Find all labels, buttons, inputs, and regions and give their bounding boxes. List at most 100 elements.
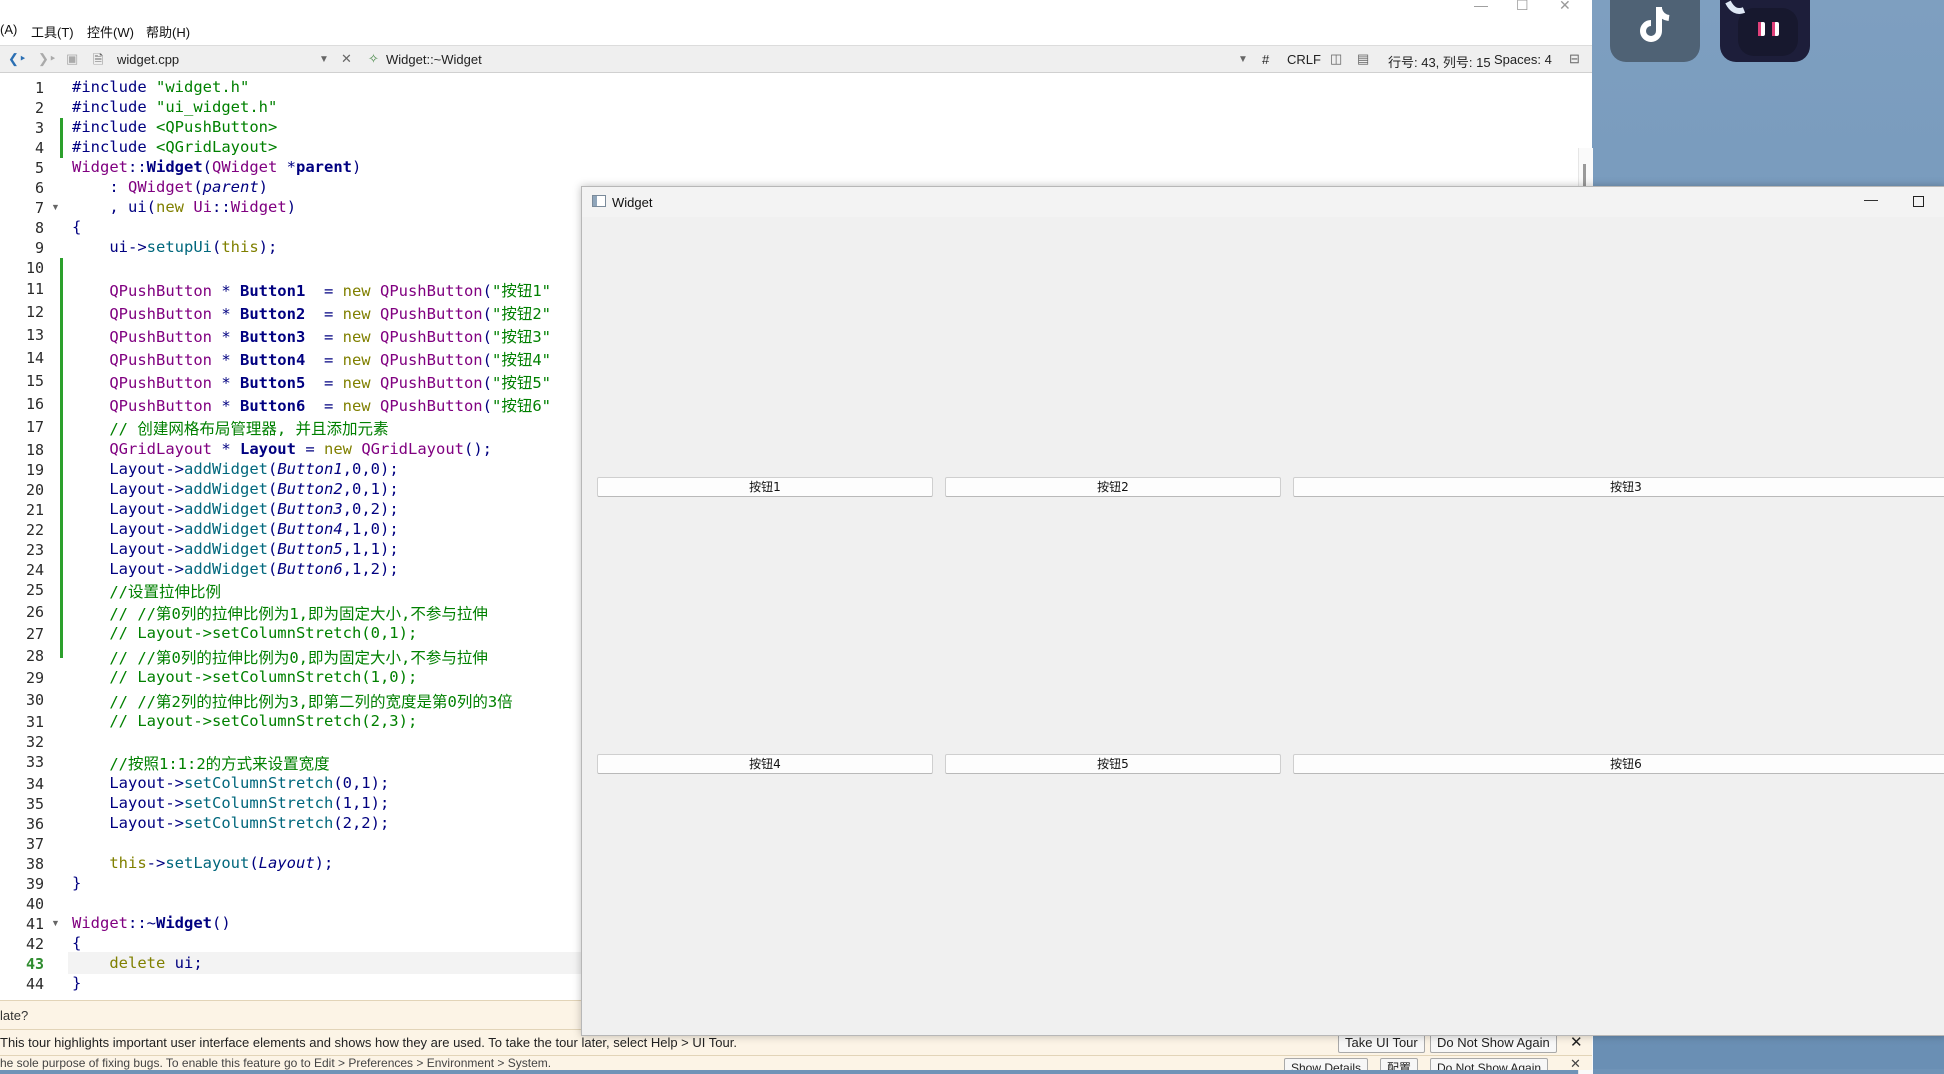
code-line: Layout->addWidget(Button3,0,2); xyxy=(109,500,399,518)
close-document-icon[interactable]: ✕ xyxy=(341,51,352,67)
file-dropdown-icon[interactable]: ▼ xyxy=(319,54,329,65)
robot-face-icon xyxy=(1725,0,1798,56)
tiktok-app-icon[interactable] xyxy=(1610,0,1700,62)
cursor-position[interactable]: 行号: 43, 列号: 15 xyxy=(1388,52,1491,71)
close-icon[interactable]: ✕ xyxy=(1559,0,1571,14)
line-number: 36 xyxy=(25,815,44,833)
code-line: // 创建网格布局管理器, 并且添加元素 xyxy=(109,420,389,438)
tour-question-text: late? xyxy=(0,1008,29,1023)
change-marker xyxy=(60,258,63,658)
line-number: 15 xyxy=(25,372,44,390)
line-number: 31 xyxy=(25,713,44,731)
code-line: // //第0列的拉伸比例为0,即为固定大小,不参与拉伸 xyxy=(109,649,488,667)
line-number: 23 xyxy=(25,541,44,559)
line-number-gutter: 1 2 3 4 5 6 7 8 9 10 11 12 13 14 15 16 17 18 19 20 21 22 23 24 2… xyxy=(0,74,68,1000)
window-app-icon xyxy=(592,195,606,207)
maximize-icon[interactable]: ☐ xyxy=(1516,0,1529,14)
code-line: #include <QGridLayout> xyxy=(72,138,278,156)
grid-button-5[interactable]: 按钮5 xyxy=(945,754,1281,774)
code-line: } xyxy=(72,974,82,992)
symbol-selector[interactable]: Widget::~Widget xyxy=(386,52,482,67)
robot-app-icon[interactable] xyxy=(1720,0,1810,62)
grid-button-1[interactable]: 按钮1 xyxy=(597,477,933,497)
code-line: // //第2列的拉伸比例为3,即第二列的宽度是第0列的3倍 xyxy=(109,693,513,711)
configure-button[interactable]: 配置 xyxy=(1380,1058,1419,1070)
code-line: { xyxy=(72,218,82,236)
code-line: QPushButton * Button5 = new QPushButton(… xyxy=(109,374,551,392)
line-number: 9 xyxy=(34,239,44,257)
menu-item-widgets[interactable]: 控件(W) xyxy=(87,22,134,41)
back-icon[interactable]: ❮‣ xyxy=(8,51,27,67)
code-line: // Layout->setColumnStretch(2,3); xyxy=(109,712,418,730)
code-line: , ui(new Ui::Widget) xyxy=(72,198,297,216)
grid-button-6[interactable]: 按钮6 xyxy=(1293,754,1944,774)
line-number: 4 xyxy=(34,139,44,157)
code-line: #include "widget.h" xyxy=(72,78,250,96)
lock-icon[interactable]: ▣ xyxy=(66,51,78,67)
line-ending-selector[interactable]: CRLF xyxy=(1287,52,1321,67)
line-number: 34 xyxy=(25,775,44,793)
grid-button-4[interactable]: 按钮4 xyxy=(597,754,933,774)
widget-window: Widget — 按钮1 按钮2 按钮3 按钮4 按钮5 按钮6 xyxy=(581,186,1944,1036)
encoding-icon[interactable]: ◫ xyxy=(1330,51,1342,67)
line-number: 30 xyxy=(25,691,44,709)
line-number: 8 xyxy=(34,219,44,237)
widget-minimize-icon[interactable]: — xyxy=(1864,191,1878,207)
code-line: QGridLayout * Layout = new QGridLayout()… xyxy=(109,440,492,458)
line-number: 20 xyxy=(25,481,44,499)
symbol-icon: ✧ xyxy=(368,51,379,66)
outline-icon[interactable]: ▤ xyxy=(1357,51,1369,67)
code-line: Layout->addWidget(Button4,1,0); xyxy=(109,520,399,538)
code-line: QPushButton * Button4 = new QPushButton(… xyxy=(109,351,551,369)
code-line: Layout->setColumnStretch(0,1); xyxy=(109,774,390,792)
symbol-dropdown-icon[interactable]: ▼ xyxy=(1238,54,1248,65)
line-number: 18 xyxy=(25,441,44,459)
menu-bar: (A) 工具(T) 控件(W) 帮助(H) xyxy=(0,18,1592,42)
line-number: 16 xyxy=(25,395,44,413)
close-bug-bar-icon[interactable]: ✕ xyxy=(1570,1056,1581,1070)
fold-marker-icon[interactable]: ▼ xyxy=(51,918,60,928)
menu-item-help[interactable]: 帮助(H) xyxy=(146,22,190,41)
code-line: ui->setupUi(this); xyxy=(109,238,278,256)
line-number: 35 xyxy=(25,795,44,813)
grid-button-3[interactable]: 按钮3 xyxy=(1293,477,1944,497)
editor-toolbar: ❮‣ ❯‣ ▣ 🗎 widget.cpp ▼ ✕ ✧ Widget::~Widg… xyxy=(0,45,1592,73)
show-details-button[interactable]: Show Details xyxy=(1284,1058,1369,1070)
code-line: } xyxy=(72,874,82,892)
file-name[interactable]: widget.cpp xyxy=(117,52,179,67)
fold-marker-icon[interactable]: ▼ xyxy=(51,202,60,212)
file-icon: 🗎 xyxy=(93,52,104,67)
code-line: QPushButton * Button1 = new QPushButton(… xyxy=(109,282,551,300)
menu-item-tools[interactable]: 工具(T) xyxy=(31,22,74,41)
line-number: 7 xyxy=(34,199,44,217)
indent-setting[interactable]: Spaces: 4 xyxy=(1494,52,1552,67)
line-number: 13 xyxy=(25,326,44,344)
tiktok-logo-icon xyxy=(1640,7,1670,42)
widget-window-title: Widget xyxy=(612,195,653,210)
line-number: 17 xyxy=(25,418,44,436)
grid-button-2[interactable]: 按钮2 xyxy=(945,477,1281,497)
widget-title-bar[interactable]: Widget — xyxy=(582,187,1944,217)
line-number: 14 xyxy=(25,349,44,367)
forward-icon[interactable]: ❯‣ xyxy=(38,51,57,67)
split-icon[interactable]: ⊟ xyxy=(1569,51,1580,67)
line-number: 27 xyxy=(25,625,44,643)
hash-button[interactable]: # xyxy=(1262,52,1269,67)
line-number: 28 xyxy=(25,647,44,665)
line-number: 44 xyxy=(25,975,44,993)
line-number: 22 xyxy=(25,521,44,539)
tour-message: This tour highlights important user inte… xyxy=(0,1035,737,1050)
code-line: { xyxy=(72,934,82,952)
code-line: Layout->addWidget(Button5,1,1); xyxy=(109,540,399,558)
widget-maximize-icon[interactable] xyxy=(1913,196,1924,207)
menu-item-a[interactable]: (A) xyxy=(0,22,17,37)
code-line: //设置拉伸比例 xyxy=(109,583,221,601)
line-number: 12 xyxy=(25,303,44,321)
bug-report-bar: he sole purpose of fixing bugs. To enabl… xyxy=(0,1055,1592,1070)
code-line: // Layout->setColumnStretch(1,0); xyxy=(109,668,418,686)
dont-show-again-button-2[interactable]: Do Not Show Again xyxy=(1430,1058,1549,1070)
code-line: QPushButton * Button3 = new QPushButton(… xyxy=(109,328,551,346)
line-number: 38 xyxy=(25,855,44,873)
minimize-icon[interactable]: — xyxy=(1474,0,1488,13)
code-line: this->setLayout(Layout); xyxy=(109,854,334,872)
